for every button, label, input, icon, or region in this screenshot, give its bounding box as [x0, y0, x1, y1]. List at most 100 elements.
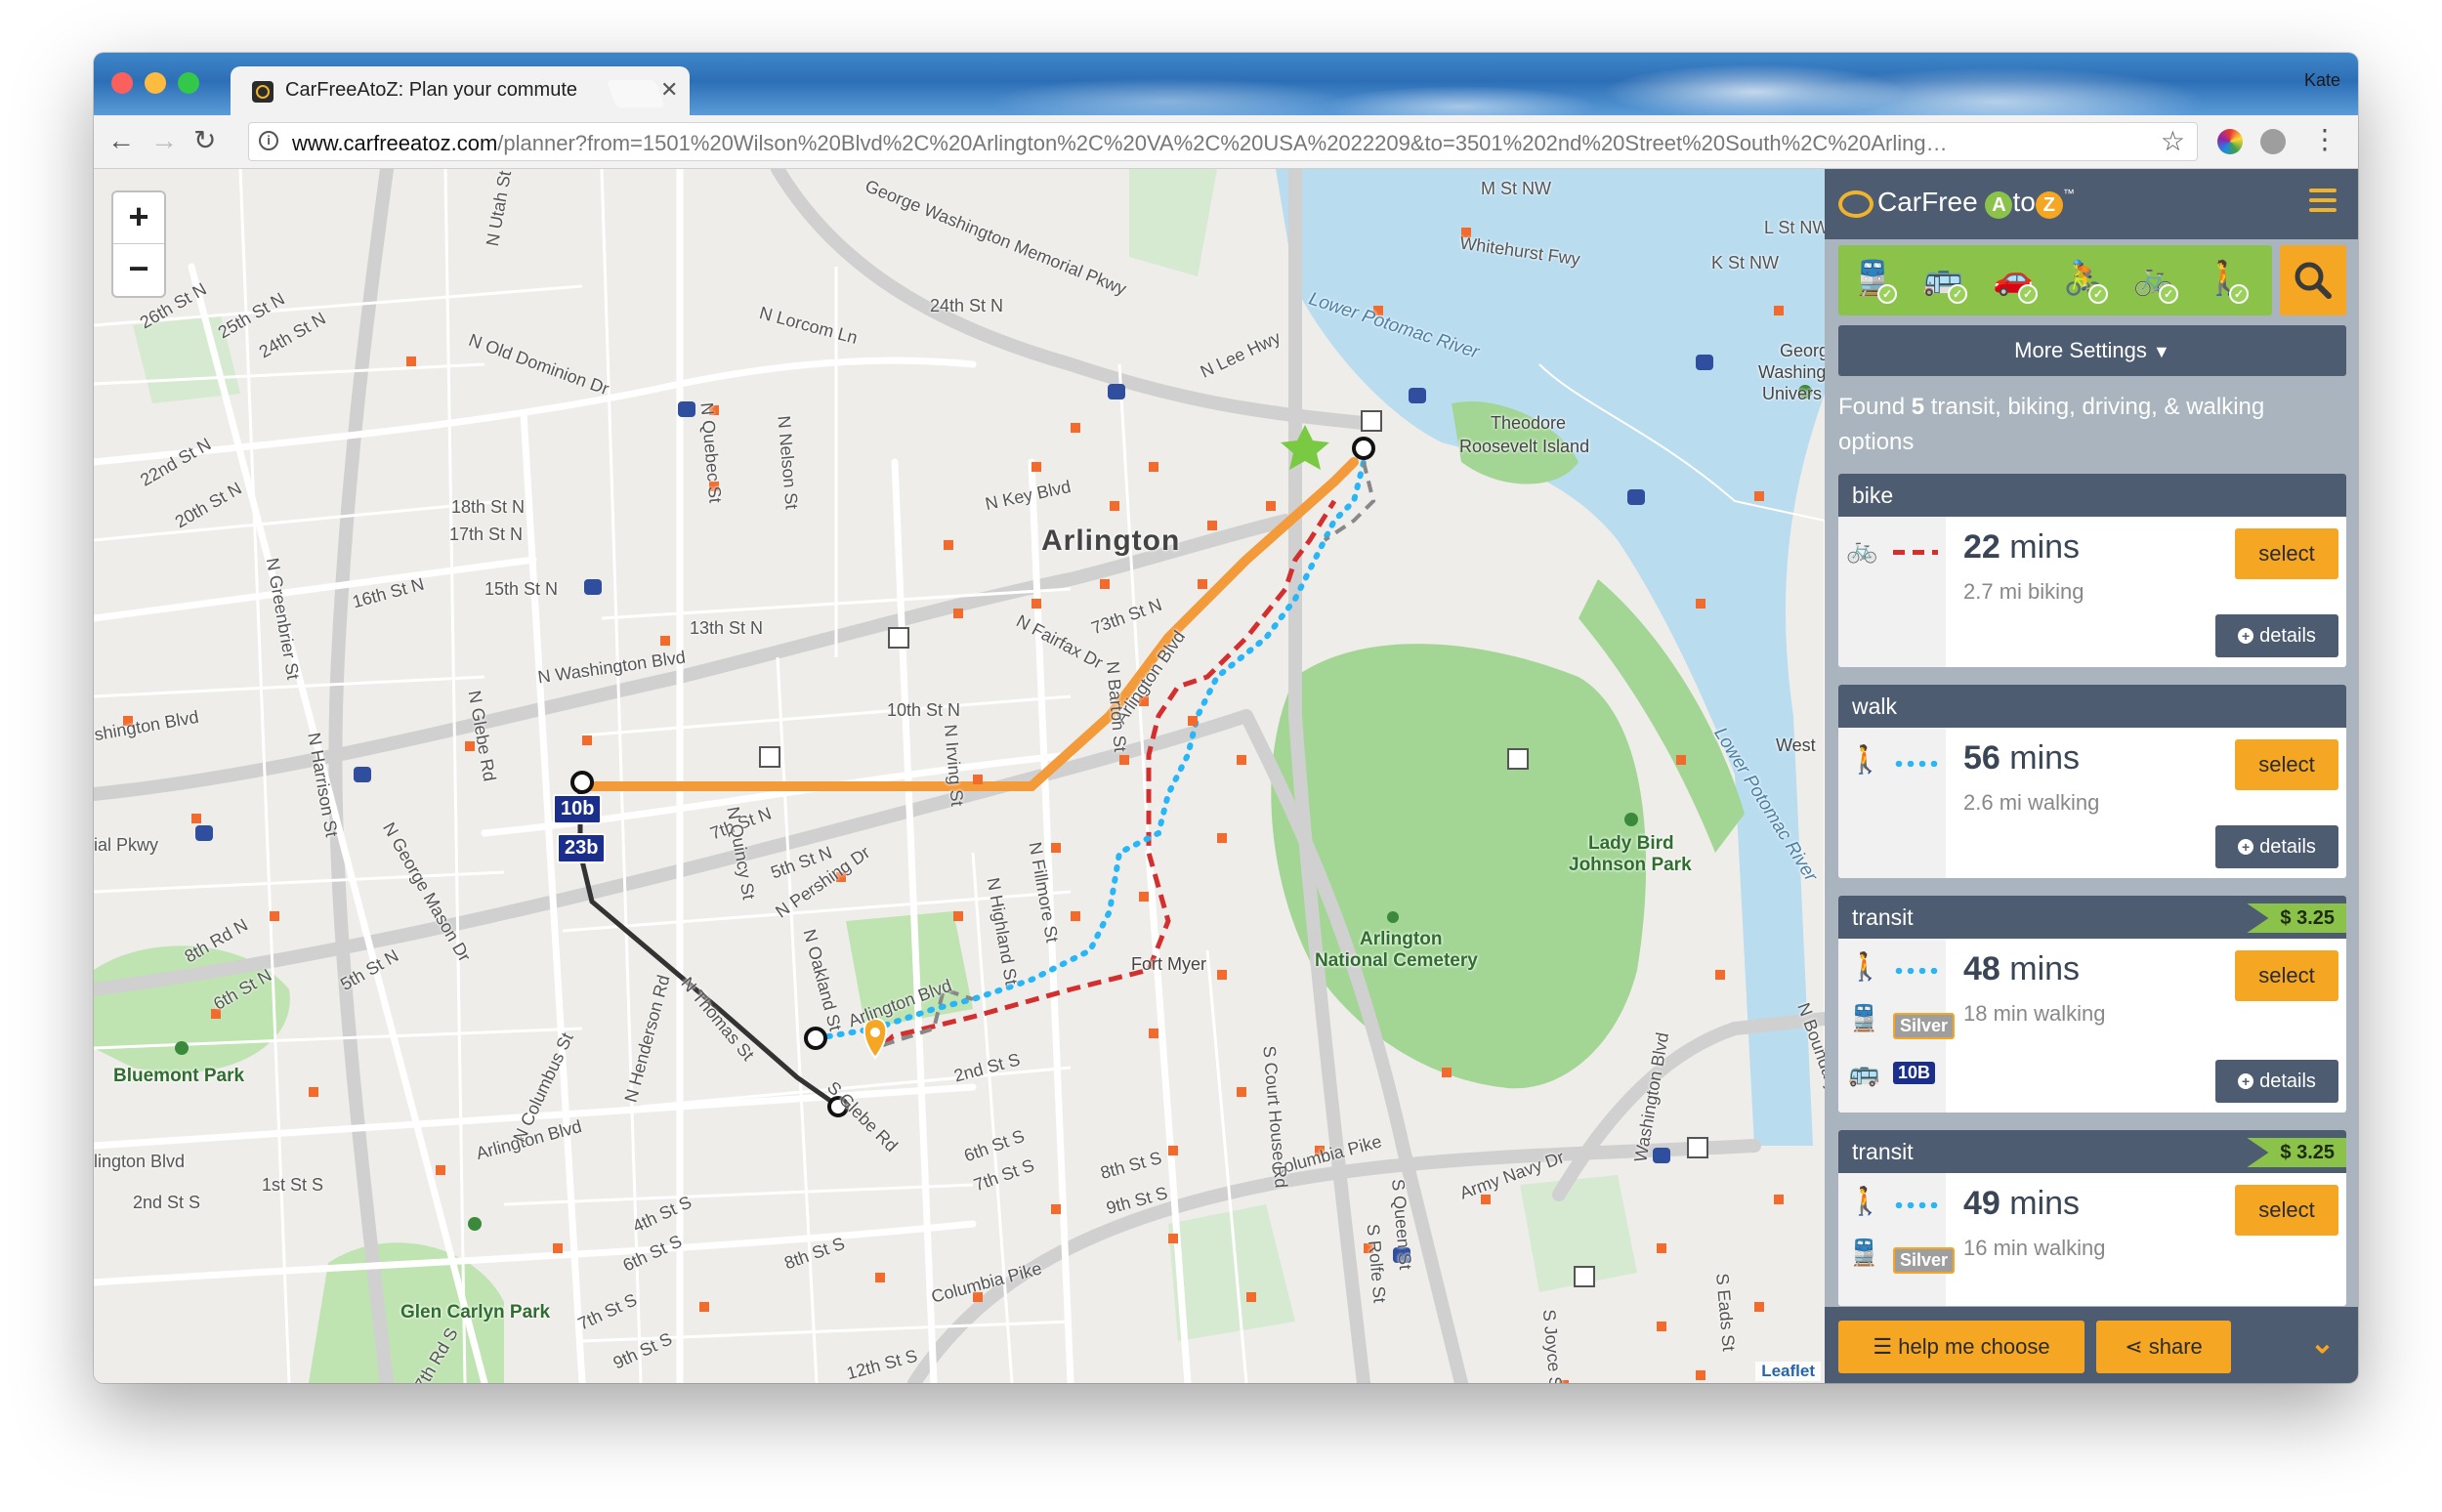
more-settings-button[interactable]: More Settings ▼ — [1838, 325, 2346, 376]
walk-line-legend — [1893, 761, 1938, 767]
metro-line-badge: Silver — [1893, 1013, 1956, 1039]
map-view[interactable]: + − 10b 23b Arlington Lower Potomac Rive… — [94, 169, 1825, 1383]
route-badge-23b[interactable]: 23b — [557, 833, 607, 863]
duration-value: 48 — [1963, 950, 2000, 987]
logo-text-to: to — [2012, 187, 2036, 217]
help-me-choose-label: help me choose — [1898, 1334, 2050, 1359]
mode-bus-toggle[interactable]: 🚌 ✓ — [1918, 255, 1969, 306]
carfreeatoz-logo[interactable]: CarFree Ato Z™ — [1838, 187, 2075, 219]
label-gw-pkwy-left: ial Pkwy — [94, 835, 159, 855]
hamburger-menu-icon[interactable] — [2309, 189, 2337, 212]
zoom-out-button[interactable]: − — [113, 244, 164, 295]
skype-extension-icon[interactable] — [2260, 129, 2286, 154]
label-15th: 15th St N — [484, 579, 559, 599]
card-mode-header: bike — [1838, 474, 2346, 517]
label-2nd-s-left: 2nd St S — [133, 1193, 201, 1212]
tab-close-icon[interactable]: ✕ — [660, 77, 678, 103]
trip-duration: 48 mins — [1963, 950, 2080, 988]
check-icon: ✓ — [2159, 284, 2178, 304]
sidebar-footer: ☰ help me choose ⋖ share ⌄ — [1825, 1307, 2358, 1383]
label-18th: 18th St N — [451, 497, 526, 517]
card-mode-header: walk — [1838, 685, 2346, 728]
address-bar[interactable]: i www.carfreeatoz.com/planner?from=1501%… — [248, 122, 2198, 161]
label-10th: 10th St N — [887, 700, 961, 720]
maximize-window-button[interactable] — [178, 72, 199, 94]
profile-name[interactable]: Kate — [2304, 70, 2340, 91]
label-kstnw: K St NW — [1711, 253, 1780, 273]
forward-icon[interactable]: → — [150, 127, 178, 154]
new-tab-button[interactable] — [606, 80, 666, 107]
result-card-transit[interactable]: transit $ 3.25 🚶 🚆 Silver 49 mins 16 min … — [1838, 1130, 2346, 1306]
label-gwu-2: Washing — [1758, 362, 1825, 382]
trip-detail: 2.6 mi walking — [1963, 790, 2100, 815]
leaflet-attribution[interactable]: Leaflet — [1755, 1362, 1821, 1381]
route-badge-10b[interactable]: 10b — [553, 794, 603, 824]
card-mode-column: 🚶 — [1838, 728, 1946, 878]
plus-icon: + — [2238, 1073, 2254, 1089]
details-label: details — [2259, 1071, 2316, 1092]
label-fortmyer: Fort Myer — [1131, 954, 1207, 974]
select-button[interactable]: select — [2235, 1185, 2338, 1236]
check-icon: ✓ — [2229, 284, 2249, 304]
label-mstnw: M St NW — [1481, 179, 1551, 198]
check-icon: ✓ — [2088, 284, 2108, 304]
duration-value: 49 — [1963, 1185, 2000, 1222]
share-button[interactable]: ⋖ share — [2096, 1321, 2231, 1373]
site-info-icon[interactable]: i — [259, 131, 278, 150]
reload-icon[interactable]: ↻ — [193, 127, 216, 154]
logo-tm: ™ — [2062, 187, 2075, 200]
destination-stop-marker — [1352, 437, 1375, 460]
label-17th: 17th St N — [449, 525, 524, 544]
color-extension-icon[interactable] — [2217, 129, 2243, 154]
mode-bike-toggle[interactable]: 🚴 ✓ — [2059, 255, 2110, 306]
bicycle-icon: 🚲 — [1846, 534, 1878, 564]
label-cemetery-2: National Cemetery — [1315, 950, 1478, 971]
details-button[interactable]: + details — [2215, 1060, 2338, 1103]
zoom-in-button[interactable]: + — [113, 192, 164, 244]
carfree-favicon-icon — [252, 81, 274, 103]
bus-route-badge: 10B — [1893, 1062, 1936, 1084]
select-button[interactable]: select — [2235, 528, 2338, 579]
back-icon[interactable]: ← — [107, 127, 135, 154]
label-gwu-3: Univers — [1762, 384, 1823, 403]
card-mode-column: 🚶 🚆 Silver 🚌 10B — [1838, 939, 1956, 1113]
mode-train-toggle[interactable]: 🚆 ✓ — [1848, 255, 1899, 306]
card-mode-label: transit — [1852, 1139, 1914, 1164]
check-icon: ✓ — [1948, 284, 1967, 304]
mode-bikeshare-toggle[interactable]: 🚲 ✓ — [2129, 255, 2180, 306]
label-ladybird-1: Lady Bird — [1588, 833, 1674, 854]
browser-window: CarFreeAtoZ: Plan your commute ✕ Kate ← … — [94, 53, 2358, 1383]
results-summary: Found 5 transit, biking, driving, & walk… — [1838, 390, 2337, 460]
mode-walk-toggle[interactable]: 🚶 ✓ — [2200, 255, 2251, 306]
close-window-button[interactable] — [111, 72, 133, 94]
bookmark-star-icon[interactable]: ☆ — [2161, 125, 2185, 157]
result-card-transit[interactable]: transit $ 3.25 🚶 🚆 Silver 🚌 10B 48 mins 1… — [1838, 896, 2346, 1113]
select-button[interactable]: select — [2235, 739, 2338, 790]
train-icon: 🚆 — [1848, 1003, 1880, 1032]
metro-stop-marker — [570, 771, 594, 794]
bike-line-legend — [1893, 550, 1938, 555]
trip-detail: 2.7 mi biking — [1963, 579, 2084, 604]
select-button[interactable]: select — [2235, 950, 2338, 1001]
walk-icon: 🚶 — [1848, 951, 1882, 982]
chevron-down-icon[interactable]: ⌄ — [2310, 1326, 2335, 1361]
mode-car-toggle[interactable]: 🚗 ✓ — [1989, 255, 2040, 306]
minimize-window-button[interactable] — [145, 72, 166, 94]
details-button[interactable]: + details — [2215, 614, 2338, 657]
result-card-bike[interactable]: bike 🚲 22 mins 2.7 mi biking select + det… — [1838, 474, 2346, 667]
label-roosevelt: Roosevelt Island — [1459, 437, 1590, 456]
label-bluemont: Bluemont Park — [113, 1066, 245, 1086]
browser-menu-icon[interactable]: ⋮ — [2311, 125, 2338, 154]
url-text[interactable]: www.carfreeatoz.com/planner?from=1501%20… — [292, 131, 2148, 156]
result-card-walk[interactable]: walk 🚶 56 mins 2.6 mi walking select + de… — [1838, 685, 2346, 878]
label-gwu-1: Georg — [1780, 341, 1825, 360]
search-button[interactable] — [2280, 245, 2346, 315]
sidebar-header: CarFree Ato Z™ — [1825, 169, 2358, 239]
help-me-choose-button[interactable]: ☰ help me choose — [1838, 1321, 2084, 1373]
found-count: 5 — [1911, 394, 1925, 420]
walk-icon: 🚶 — [1848, 1186, 1882, 1216]
start-star-icon — [1281, 425, 1329, 470]
planner-sidebar: CarFree Ato Z™ 🚆 ✓ 🚌 ✓ 🚗 ✓ 🚴 ✓ 🚲 ✓ 🚶 ✓ More Set… — [1825, 169, 2358, 1383]
plus-icon: + — [2238, 839, 2254, 855]
details-button[interactable]: + details — [2215, 825, 2338, 868]
